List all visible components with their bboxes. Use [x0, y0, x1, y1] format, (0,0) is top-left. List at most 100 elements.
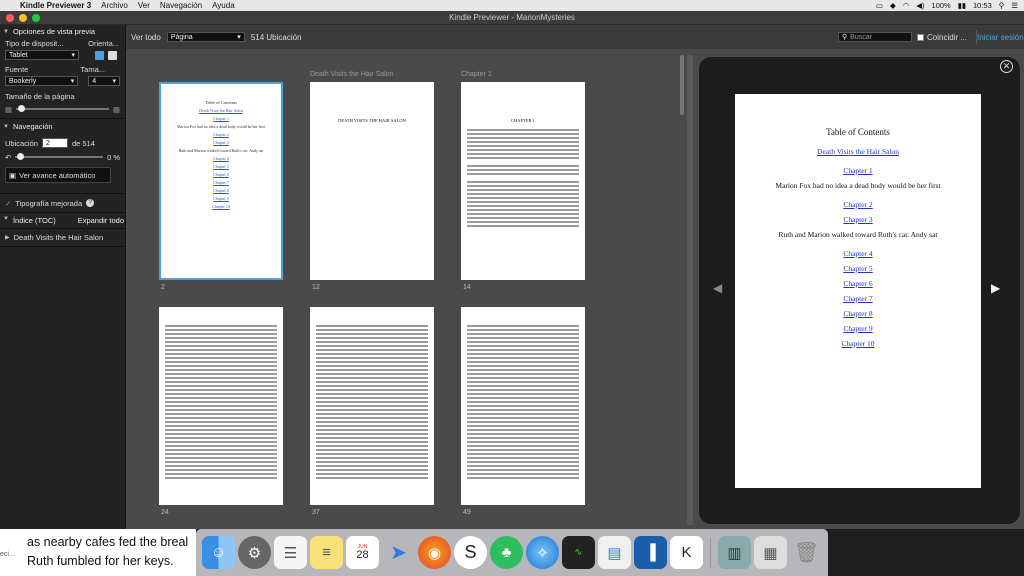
- preview-options-header[interactable]: ▼ Opciones de vista previa: [0, 26, 125, 37]
- evernote-icon[interactable]: ♣: [490, 536, 523, 569]
- reminders-icon[interactable]: ☰: [274, 536, 307, 569]
- shield-icon[interactable]: ◆: [890, 1, 896, 10]
- toc-item[interactable]: ▶ Death Visits the Hair Salon: [0, 231, 125, 244]
- background-text-line: as nearby cafes fed the breal: [27, 535, 189, 549]
- toc-header[interactable]: ▼ Índice (TOC) Expandir todo: [0, 215, 125, 226]
- toc-link-chapter-6[interactable]: Chapter 6: [735, 279, 981, 288]
- search-input[interactable]: ⚲ Buscar: [838, 32, 912, 42]
- location-label: Ubicación: [5, 138, 38, 148]
- locations-count: 514 Ubicación: [250, 32, 302, 42]
- menu-app-name[interactable]: Kindle Previewer 3: [20, 1, 91, 10]
- thumb-toc-link: Chapter 10: [212, 204, 230, 209]
- location-slider[interactable]: [15, 153, 104, 160]
- toc-link-book-title[interactable]: Death Visits the Hair Salon: [735, 147, 981, 156]
- page-number: 14: [463, 284, 471, 291]
- thumb-toc-link: Chapter 8: [213, 188, 229, 193]
- menu-navegacion[interactable]: Navegación: [160, 1, 202, 10]
- documents-stack-icon[interactable]: ▦: [754, 536, 787, 569]
- landscape-orientation-button[interactable]: [108, 50, 117, 60]
- books-icon[interactable]: ▐: [634, 536, 667, 569]
- thumb-title-text: DEATH VISITS THE HAIR SALON: [338, 118, 406, 123]
- page-thumbnail[interactable]: [461, 307, 585, 505]
- kindle-previewer-icon[interactable]: K: [670, 536, 703, 569]
- toc-link-chapter-10[interactable]: Chapter 10: [735, 339, 981, 348]
- page-thumbnail[interactable]: DEATH VISITS THE HAIR SALON: [310, 82, 434, 280]
- toc-link-chapter-7[interactable]: Chapter 7: [735, 294, 981, 303]
- toc-link-chapter-3[interactable]: Chapter 3: [735, 215, 981, 224]
- downloads-stack-icon[interactable]: ▥: [718, 536, 751, 569]
- page-thumbnail[interactable]: [159, 307, 283, 505]
- font-select[interactable]: Bookerly ▾: [5, 76, 79, 86]
- page-thumbnail[interactable]: CHAPTER 1: [461, 82, 585, 280]
- back-arrow-icon[interactable]: ↶: [5, 153, 11, 162]
- expand-all-link[interactable]: Expandir todo: [78, 216, 124, 225]
- thumb-toc-link: Chapter 9: [213, 196, 229, 201]
- volume-icon[interactable]: ◀): [916, 1, 924, 10]
- size-select[interactable]: 4 ▾: [88, 76, 120, 86]
- toc-link-chapter-4[interactable]: Chapter 4: [735, 249, 981, 258]
- spark-mail-icon[interactable]: ➤: [382, 536, 415, 569]
- trash-icon[interactable]: 🗑: [790, 536, 823, 569]
- zoom-window-button[interactable]: [32, 14, 40, 22]
- match-label: Coincidir ...: [927, 32, 968, 42]
- firefox-icon[interactable]: ◉: [418, 536, 451, 569]
- finder-icon[interactable]: ☺: [202, 536, 235, 569]
- thumb-toc-text: Marion Fox had no idea a dead body would…: [176, 124, 266, 129]
- view-mode-select[interactable]: Página ▾: [166, 32, 245, 42]
- chevron-down-icon: ▼: [3, 216, 9, 222]
- grid-scrollbar[interactable]: [680, 55, 684, 115]
- window-title-bar: Kindle Previewer - MarionMysteries: [0, 11, 1024, 25]
- preview-app-icon[interactable]: ▤: [598, 536, 631, 569]
- menu-ayuda[interactable]: Ayuda: [212, 1, 235, 10]
- battery-icon[interactable]: ▮▮: [958, 1, 966, 10]
- toc-link-chapter-1[interactable]: Chapter 1: [735, 166, 981, 175]
- help-icon[interactable]: ?: [86, 199, 95, 207]
- spotlight-search-icon[interactable]: ⚲: [999, 1, 1005, 10]
- previous-page-button[interactable]: ◀: [713, 281, 722, 295]
- autoplay-button[interactable]: ▣ Ver avance automático: [5, 167, 111, 183]
- wifi-icon[interactable]: ◠: [903, 1, 910, 10]
- signin-link[interactable]: Iniciar sesión: [977, 33, 1024, 42]
- page-number: 49: [463, 509, 471, 516]
- page-thumbnail[interactable]: Table of Contents Death Visits the Hair …: [159, 82, 283, 280]
- notifications-icon[interactable]: ☰: [1011, 1, 1018, 10]
- close-preview-button[interactable]: ✕: [1000, 60, 1013, 73]
- menu-ver[interactable]: Ver: [138, 1, 150, 10]
- device-preview: ✕ ◀ ▶ Table of Contents Death Visits the…: [699, 57, 1020, 524]
- toolbar: Ver todo Página ▾ 514 Ubicación ⚲ Buscar C…: [126, 25, 1024, 49]
- dock-separator: [710, 537, 711, 568]
- page-size-slider-handle[interactable]: [18, 105, 26, 112]
- notes-icon[interactable]: ≡: [310, 536, 343, 569]
- toc-link-chapter-8[interactable]: Chapter 8: [735, 309, 981, 318]
- match-checkbox[interactable]: [917, 33, 924, 41]
- navigation-header[interactable]: ▼ Navegación: [0, 121, 125, 132]
- location-input[interactable]: 2: [41, 138, 68, 148]
- battery-percent[interactable]: 100%: [932, 1, 951, 10]
- scrivener-icon[interactable]: S: [454, 536, 487, 569]
- page-thumbnail[interactable]: [310, 307, 434, 505]
- activity-monitor-icon[interactable]: ∿: [562, 536, 595, 569]
- page-size-slider[interactable]: [16, 105, 109, 112]
- toc-link-chapter-5[interactable]: Chapter 5: [735, 264, 981, 273]
- system-preferences-icon[interactable]: ⚙: [238, 536, 271, 569]
- close-window-button[interactable]: [6, 14, 14, 22]
- calendar-icon[interactable]: JUN 28: [346, 536, 379, 569]
- portrait-orientation-button[interactable]: [95, 50, 104, 60]
- cast-icon[interactable]: ▭: [876, 1, 883, 10]
- chevron-down-icon: ▼: [3, 28, 9, 35]
- sidebar: ▼ Opciones de vista previa Tipo de dispos…: [0, 25, 126, 529]
- grid-divider: [687, 55, 693, 525]
- chevron-down-icon: ▾: [112, 78, 116, 85]
- clock[interactable]: 10:53: [973, 1, 992, 10]
- thumb-toc-link: Death Visits the Hair Salon: [199, 108, 243, 113]
- toc-link-chapter-9[interactable]: Chapter 9: [735, 324, 981, 333]
- next-page-button[interactable]: ▶: [991, 281, 1000, 295]
- device-type-select[interactable]: Tablet ▾: [5, 50, 79, 60]
- minimize-window-button[interactable]: [19, 14, 27, 22]
- location-slider-handle[interactable]: [17, 153, 25, 160]
- toc-link-chapter-2[interactable]: Chapter 2: [735, 200, 981, 209]
- safari-icon[interactable]: ✧: [526, 536, 559, 569]
- large-page-icon: ▦: [112, 104, 120, 114]
- thumb-toc-title: Table of Contents: [205, 100, 237, 105]
- menu-archivo[interactable]: Archivo: [101, 1, 128, 10]
